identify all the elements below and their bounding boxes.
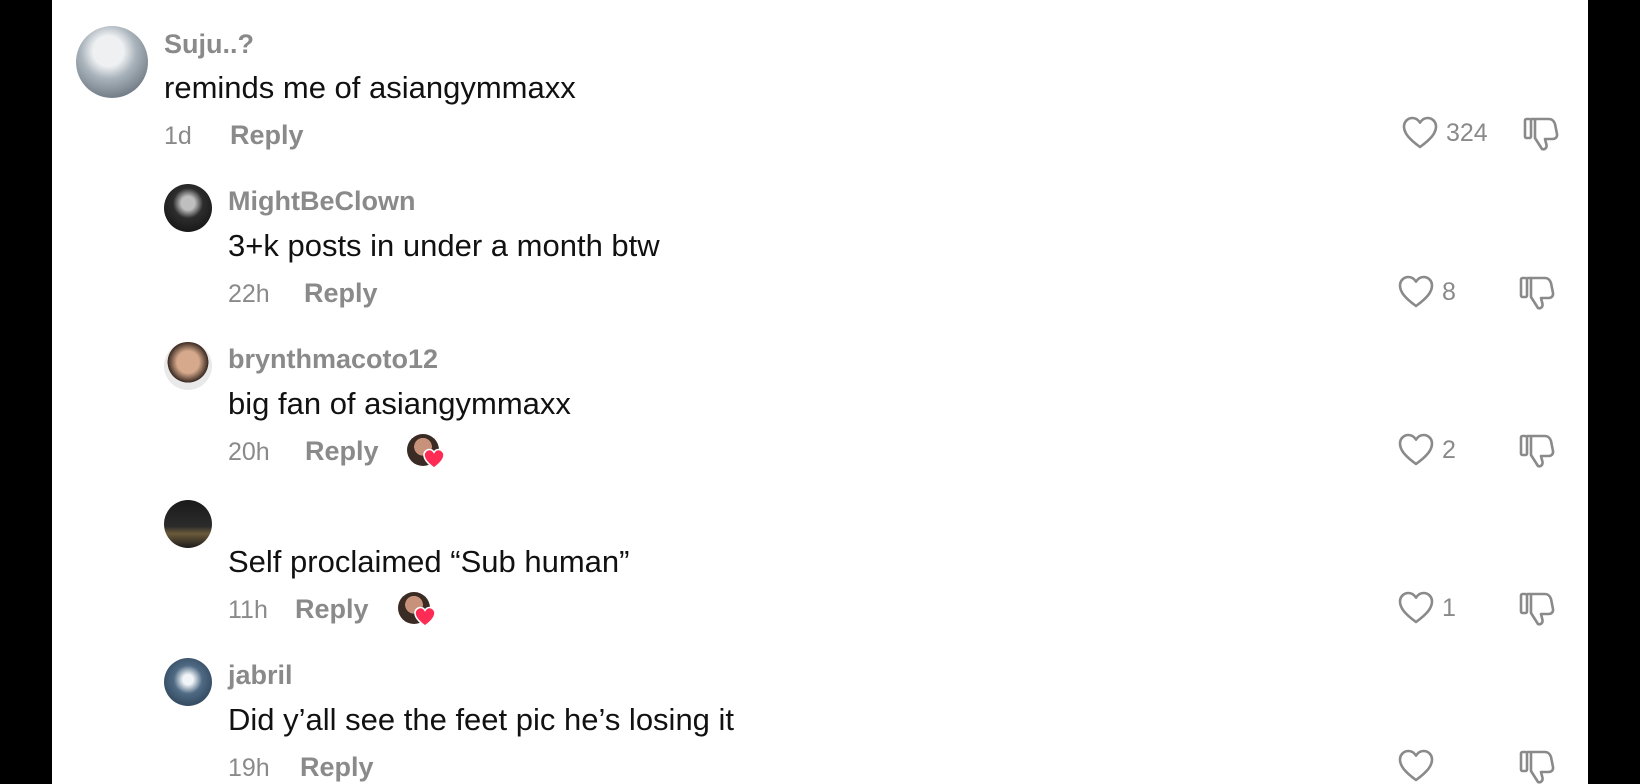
creator-liked-badge <box>407 434 445 470</box>
dislike-button[interactable] <box>1518 433 1556 474</box>
heart-outline-icon <box>1398 275 1434 308</box>
heart-outline-icon <box>1398 433 1434 466</box>
like-count: 324 <box>1446 118 1488 147</box>
comment-username[interactable]: brynthmacoto12 <box>228 344 438 375</box>
reply-button[interactable]: Reply <box>295 594 369 625</box>
heart-outline-icon <box>1398 591 1434 624</box>
like-count: 1 <box>1442 593 1456 622</box>
comment-text: reminds me of asiangymmaxx <box>164 70 576 105</box>
reply-button[interactable]: Reply <box>230 120 304 151</box>
like-button[interactable]: 8 <box>1398 275 1456 309</box>
comment-username[interactable]: Suju..? <box>164 29 254 60</box>
avatar[interactable] <box>164 500 212 548</box>
heart-outline-icon <box>1402 116 1438 149</box>
reply-button[interactable]: Reply <box>305 436 379 467</box>
like-button[interactable] <box>1398 749 1442 783</box>
creator-liked-heart-icon <box>414 606 436 627</box>
dislike-button[interactable] <box>1522 116 1560 157</box>
like-button[interactable]: 2 <box>1398 433 1456 467</box>
comment-time: 20h <box>228 438 270 466</box>
comment-text: big fan of asiangymmaxx <box>228 386 571 421</box>
comment-time: 1d <box>164 122 192 150</box>
heart-outline-icon <box>1398 749 1434 782</box>
comment-text: Self proclaimed “Sub human” <box>228 544 630 579</box>
thumbs-down-icon <box>1519 434 1555 468</box>
like-count: 2 <box>1442 435 1456 464</box>
thumbs-down-icon <box>1519 592 1555 626</box>
like-button[interactable]: 324 <box>1402 116 1488 150</box>
dislike-button[interactable] <box>1518 275 1556 316</box>
like-button[interactable]: 1 <box>1398 591 1456 625</box>
thumbs-down-icon <box>1523 117 1559 151</box>
creator-liked-badge <box>398 592 436 628</box>
comment-time: 19h <box>228 754 270 782</box>
creator-liked-heart-icon <box>423 448 445 469</box>
comment-text: 3+k posts in under a month btw <box>228 228 660 263</box>
dislike-button[interactable] <box>1518 591 1556 632</box>
reply-button[interactable]: Reply <box>304 278 378 309</box>
comment-username[interactable]: MightBeClown <box>228 186 415 217</box>
comment-text: Did y’all see the feet pic he’s losing i… <box>228 702 735 737</box>
avatar[interactable] <box>76 26 148 98</box>
reply-button[interactable]: Reply <box>300 752 374 783</box>
comments-panel: Suju..? reminds me of asiangymmaxx 1d Re… <box>52 0 1588 784</box>
avatar[interactable] <box>164 342 212 390</box>
comment-username[interactable]: jabril <box>228 660 293 691</box>
comment-time: 11h <box>228 596 268 624</box>
avatar[interactable] <box>164 658 212 706</box>
comment-time: 22h <box>228 280 270 308</box>
thumbs-down-icon <box>1519 276 1555 310</box>
like-count: 8 <box>1442 277 1456 306</box>
avatar[interactable] <box>164 184 212 232</box>
dislike-button[interactable] <box>1518 749 1556 784</box>
thumbs-down-icon <box>1519 750 1555 784</box>
